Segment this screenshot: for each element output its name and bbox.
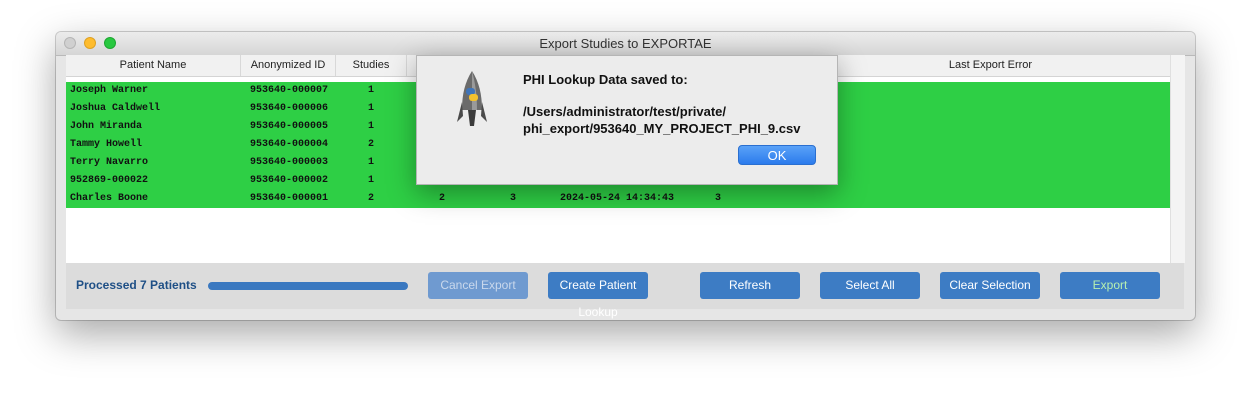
table-cell: 2 [368, 139, 375, 150]
bottom-toolbar: Processed 7 Patients Cancel Export Creat… [66, 263, 1184, 319]
table-cell: 3 [510, 193, 517, 204]
table-cell: 953640-000003 [250, 157, 329, 168]
table-cell: 2024-05-24 14:34:43 [560, 193, 675, 204]
table-cell: 3 [715, 193, 722, 204]
table-cell: 1 [368, 157, 375, 168]
column-header-anonymized-id[interactable]: Anonymized ID [241, 55, 336, 76]
status-text: Processed 7 Patients [76, 278, 197, 292]
dialog-path-line-1: /Users/administrator/test/private/ [523, 104, 727, 119]
table-cell: 1 [368, 175, 375, 186]
table-cell: 953640-000007 [250, 85, 329, 96]
dialog-path-line-2: phi_export/953640_MY_PROJECT_PHI_9.csv [523, 121, 801, 136]
table-cell: Tammy Howell [70, 139, 143, 150]
table-cell: John Miranda [70, 121, 143, 132]
export-button[interactable]: Export [1060, 272, 1160, 299]
table-cell: Joseph Warner [70, 85, 149, 96]
phi-saved-dialog: PHI Lookup Data saved to: /Users/adminis… [416, 55, 838, 185]
ok-button[interactable]: OK [738, 145, 816, 165]
table-cell: 953640-000001 [250, 193, 329, 204]
table-cell: 953640-000006 [250, 103, 329, 114]
cancel-export-button[interactable]: Cancel Export [428, 272, 528, 299]
export-progress-bar [208, 282, 408, 290]
table-cell: Joshua Caldwell [70, 103, 161, 114]
column-header-studies[interactable]: Studies [336, 55, 407, 76]
table-cell: 953640-000005 [250, 121, 329, 132]
table-cell: 953640-000002 [250, 175, 329, 186]
python-rocket-icon [457, 70, 487, 139]
refresh-button[interactable]: Refresh [700, 272, 800, 299]
table-row[interactable]: Charles Boone 953640-000001 2 2 3 2024-05-24 … [66, 190, 1170, 208]
table-cell: 2 [368, 193, 375, 204]
table-cell: Charles Boone [70, 193, 149, 204]
select-all-button[interactable]: Select All [820, 272, 920, 299]
table-cell: 952869-000022 [70, 175, 149, 186]
title-bar: Export Studies to EXPORTAE [56, 32, 1195, 56]
dialog-heading: PHI Lookup Data saved to: [523, 72, 688, 87]
table-scrollbar[interactable] [1170, 55, 1185, 263]
table-cell: 2 [439, 193, 446, 204]
table-cell: 1 [368, 121, 375, 132]
window-title: Export Studies to EXPORTAE [539, 36, 712, 51]
table-cell: 1 [368, 103, 375, 114]
create-patient-lookup-button[interactable]: Create Patient Lookup [548, 272, 648, 319]
table-cell: 1 [368, 85, 375, 96]
column-header-last-export-error[interactable]: Last Export Error [811, 55, 1170, 76]
table-cell: Terry Navarro [70, 157, 149, 168]
table-cell: 953640-000004 [250, 139, 329, 150]
column-header-patient-name[interactable]: Patient Name [66, 55, 241, 76]
clear-selection-button[interactable]: Clear Selection [940, 272, 1040, 299]
